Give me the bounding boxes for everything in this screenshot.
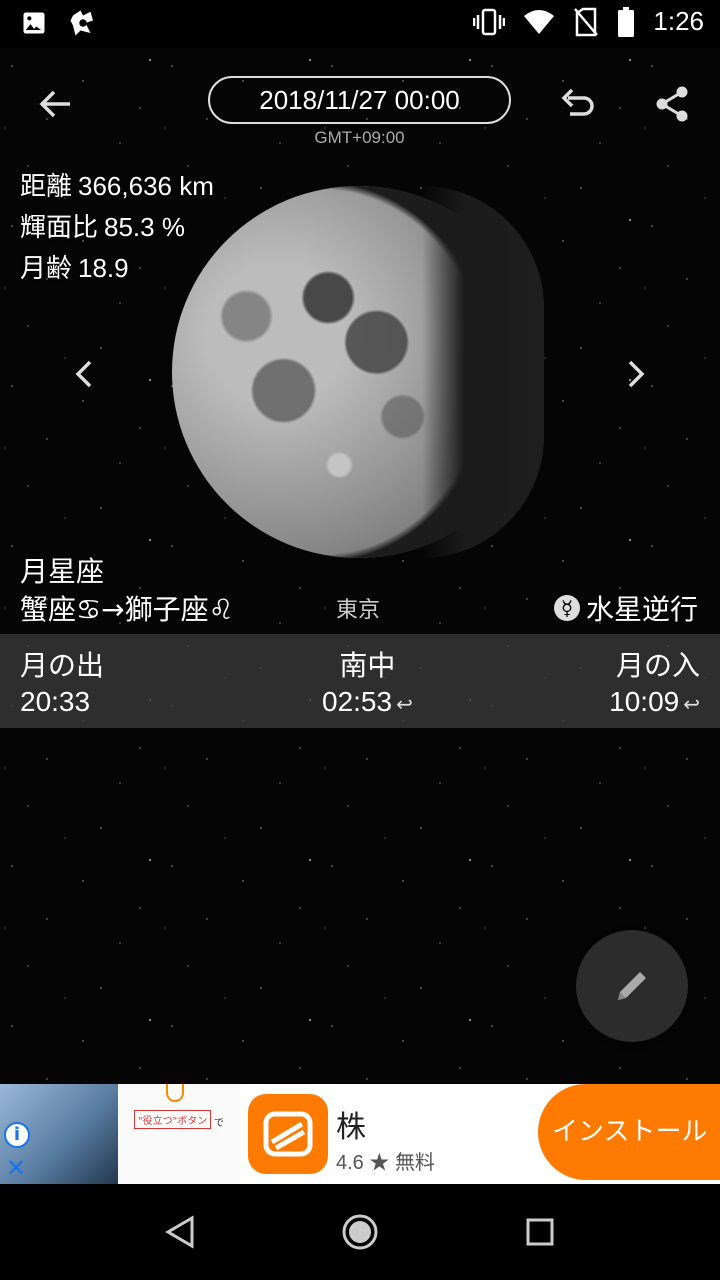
mercury-icon: ☿ bbox=[553, 595, 580, 621]
moon-zodiac-value: 蟹座♋→獅子座♌ bbox=[20, 588, 234, 628]
share-button[interactable] bbox=[650, 82, 694, 126]
circle-home-icon bbox=[342, 1214, 378, 1250]
timezone-label: GMT+09:00 bbox=[314, 128, 405, 147]
next-day-button[interactable] bbox=[616, 352, 656, 396]
next-day-icon: ↩ bbox=[683, 694, 700, 716]
date-time-selector[interactable]: 2018/11/27 00:00 bbox=[208, 76, 511, 124]
zodiac-from: 蟹座 bbox=[20, 593, 77, 626]
moon-dark-side bbox=[422, 186, 544, 558]
undo-button[interactable] bbox=[556, 82, 600, 126]
battery-icon bbox=[618, 6, 635, 37]
transit-label: 南中 bbox=[339, 649, 396, 682]
vibrate-icon bbox=[473, 8, 506, 35]
chevron-right-icon bbox=[628, 360, 645, 388]
back-button[interactable] bbox=[34, 82, 78, 126]
next-day-icon: ↩ bbox=[396, 694, 413, 716]
triangle-back-icon bbox=[165, 1215, 194, 1249]
app-logo-icon bbox=[263, 1111, 313, 1157]
cancer-icon: ♋ bbox=[76, 593, 102, 626]
illumination-label: 輝面比 bbox=[20, 212, 99, 242]
bulb-icon bbox=[166, 1084, 184, 1102]
image-icon bbox=[23, 12, 45, 34]
distance-label: 距離 bbox=[20, 171, 73, 201]
ad-banner[interactable]: i ✕ "役立つ"ボタン で 株 4.6 ★ 無料 インストール bbox=[0, 1084, 720, 1184]
previous-day-button[interactable] bbox=[64, 352, 104, 396]
location-label[interactable]: 東京 bbox=[336, 592, 380, 624]
status-clock: 1:26 bbox=[653, 6, 704, 36]
moon-times-band: 月の出 20:33 南中 02:53 ↩ 月の入 10:09 ↩ bbox=[0, 634, 720, 728]
zodiac-to: 獅子座 bbox=[124, 593, 209, 626]
transit-time: 02:53 bbox=[322, 686, 393, 717]
mercury-retrograde-label: 水星逆行 bbox=[585, 593, 698, 626]
ad-rating-value: 4.6 bbox=[336, 1152, 364, 1174]
arrow-right-icon: → bbox=[101, 593, 125, 626]
moon-image bbox=[172, 186, 544, 558]
nav-home-button[interactable] bbox=[340, 1212, 380, 1256]
moonset: 月の入 10:09 ↩ bbox=[609, 644, 700, 718]
moon-age-value: 18.9 bbox=[78, 253, 129, 283]
app-notify-icon bbox=[70, 10, 93, 36]
nav-back-button[interactable] bbox=[162, 1214, 198, 1254]
ad-creative: "役立つ"ボタン で bbox=[118, 1084, 240, 1184]
mercury-retrograde[interactable]: ☿ 水星逆行 bbox=[553, 588, 698, 628]
moonset-time: 10:09 bbox=[609, 686, 680, 717]
ad-install-button[interactable]: インストール bbox=[538, 1084, 720, 1180]
chevron-left-icon bbox=[75, 360, 92, 388]
ad-app-icon[interactable] bbox=[248, 1094, 328, 1174]
moonrise-time: 20:33 bbox=[20, 686, 91, 717]
ad-creative-text: "役立つ"ボタン bbox=[134, 1110, 212, 1129]
share-icon bbox=[656, 86, 688, 122]
moon-age-row: 月齢 18.9 bbox=[20, 248, 129, 285]
ad-price: 無料 bbox=[394, 1152, 435, 1174]
moon-zodiac-title: 月星座 bbox=[20, 555, 105, 588]
arrow-left-icon bbox=[39, 90, 70, 118]
no-sim-icon bbox=[574, 7, 599, 36]
nav-recents-button[interactable] bbox=[526, 1218, 554, 1250]
moonrise-label: 月の出 bbox=[20, 649, 105, 682]
status-bar: 1:26 bbox=[0, 0, 720, 48]
square-recents-icon bbox=[526, 1218, 554, 1246]
system-navigation-bar bbox=[0, 1184, 720, 1280]
wifi-icon bbox=[524, 9, 555, 34]
star-icon: ★ bbox=[369, 1152, 390, 1174]
moonset-label: 月の入 bbox=[615, 649, 700, 682]
ad-info-icon[interactable]: i bbox=[4, 1122, 30, 1148]
transit: 南中 02:53 ↩ bbox=[322, 644, 413, 718]
ad-rating: 4.6 ★ 無料 bbox=[336, 1146, 435, 1175]
edit-button[interactable] bbox=[576, 930, 688, 1042]
pencil-icon bbox=[618, 972, 646, 1000]
undo-icon bbox=[561, 88, 594, 116]
leo-icon: ♌ bbox=[208, 593, 234, 626]
moonrise: 月の出 20:33 bbox=[20, 644, 104, 718]
ad-creative-suffix: で bbox=[214, 1118, 224, 1129]
illumination-row: 輝面比 85.3 % bbox=[20, 207, 185, 244]
ad-app-name: 株 bbox=[336, 1110, 366, 1145]
ad-close-icon[interactable]: ✕ bbox=[6, 1154, 26, 1182]
moon-age-label: 月齢 bbox=[20, 253, 73, 283]
